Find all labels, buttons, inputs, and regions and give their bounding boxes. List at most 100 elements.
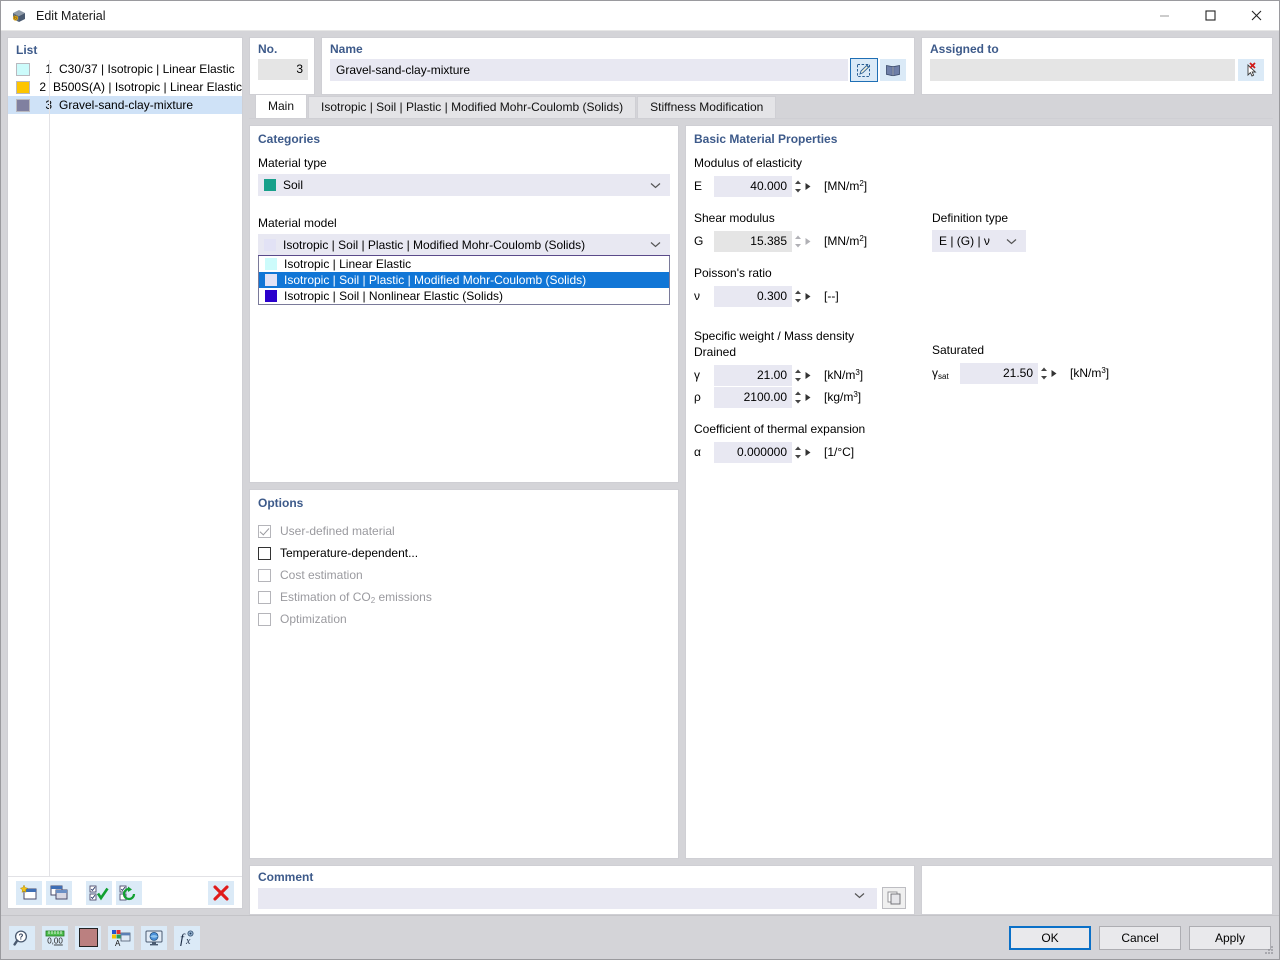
gamma-dropdown-arrow-icon[interactable] xyxy=(804,371,820,380)
cancel-button[interactable]: Cancel xyxy=(1099,925,1181,950)
checkbox[interactable] xyxy=(258,612,271,626)
maximize-button[interactable] xyxy=(1187,1,1233,31)
thermal-row: α 0.000000 [1/°C] xyxy=(694,441,1264,463)
poisson-dropdown-arrow-icon[interactable] xyxy=(804,292,820,301)
material-type-combo[interactable]: Soil xyxy=(258,174,670,196)
shear-input[interactable]: 15.385 xyxy=(714,230,792,252)
right-area: No. 3 Name Gravel-sand-clay-mixture Assi… xyxy=(249,37,1273,915)
new-window-star-icon[interactable] xyxy=(16,880,42,905)
checklist-refresh-icon[interactable] xyxy=(116,880,142,905)
rho-dropdown-arrow-icon[interactable] xyxy=(804,393,820,402)
red-x-icon[interactable] xyxy=(208,880,234,905)
gamma-symbol: γ xyxy=(694,368,700,382)
pencil-edit-icon[interactable] xyxy=(850,58,878,82)
color-label-icon[interactable]: A xyxy=(108,925,134,950)
material-model-dropdown[interactable]: Isotropic | Linear Elastic Isotropic | S… xyxy=(258,256,670,305)
spinner-arrows-icon[interactable] xyxy=(1038,363,1050,384)
dropdown-option-linear-elastic[interactable]: Isotropic | Linear Elastic xyxy=(259,256,669,272)
units-ruler-icon[interactable]: 0,00 xyxy=(42,925,68,950)
checklist-check-icon[interactable] xyxy=(86,880,112,905)
co2-post: emissions xyxy=(375,590,432,604)
list-item[interactable]: 2 B500S(A) | Isotropic | Linear Elastic xyxy=(8,78,242,96)
option-user-defined-material[interactable]: User-defined material xyxy=(258,520,670,542)
number-field-group: No. 3 xyxy=(249,37,315,95)
shear-modulus-block: Shear modulus G 15.385 [MN/m2] xyxy=(694,209,932,252)
number-input[interactable]: 3 xyxy=(258,59,308,80)
options-caption: Options xyxy=(258,496,304,510)
help-magnifier-icon[interactable]: ? xyxy=(9,925,35,950)
minimize-button[interactable] xyxy=(1141,1,1187,31)
poisson-input[interactable]: 0.300 xyxy=(714,285,792,307)
material-model-combo[interactable]: Isotropic | Soil | Plastic | Modified Mo… xyxy=(258,234,670,256)
properties-caption: Basic Material Properties xyxy=(694,132,838,146)
spinner-arrows-icon[interactable] xyxy=(792,176,804,197)
copy-windows-icon[interactable] xyxy=(46,880,72,905)
svg-text:x: x xyxy=(185,936,191,947)
checkbox[interactable] xyxy=(258,590,271,604)
list-item-label: C30/37 | Isotropic | Linear Elastic xyxy=(59,62,235,76)
spinner-arrows-icon[interactable] xyxy=(792,387,804,408)
chevron-down-icon[interactable] xyxy=(650,182,670,189)
chevron-down-icon[interactable] xyxy=(1006,238,1026,245)
comment-caption: Comment xyxy=(258,870,314,884)
number-caption: No. xyxy=(258,42,278,56)
assigned-to-input[interactable] xyxy=(930,59,1235,81)
tab-mohr-coulomb[interactable]: Isotropic | Soil | Plastic | Modified Mo… xyxy=(308,96,637,118)
definition-type-value: E | (G) | ν xyxy=(939,234,990,248)
rho-input[interactable]: 2100.00 xyxy=(714,386,792,408)
function-fx-icon[interactable]: f x xyxy=(174,925,200,950)
chevron-down-icon[interactable] xyxy=(854,892,874,899)
checkbox[interactable] xyxy=(258,524,271,538)
option-temperature-dependent[interactable]: Temperature-dependent... xyxy=(258,542,670,564)
gamma-input[interactable]: 21.00 xyxy=(714,364,792,386)
list-item[interactable]: 3 Gravel-sand-clay-mixture xyxy=(8,96,242,114)
apply-button[interactable]: Apply xyxy=(1189,925,1271,950)
gamma-sat-symbol-sub: sat xyxy=(938,372,949,381)
checkbox[interactable] xyxy=(258,568,271,582)
dropdown-option-nonlinear-elastic[interactable]: Isotropic | Soil | Nonlinear Elastic (So… xyxy=(259,288,669,304)
modulus-dropdown-arrow-icon[interactable] xyxy=(804,182,820,191)
name-input[interactable]: Gravel-sand-clay-mixture xyxy=(330,59,848,81)
options-group: Options User-defined material Temperatur… xyxy=(249,489,679,859)
resize-grip[interactable] xyxy=(1263,944,1275,956)
modulus-input[interactable]: 40.000 xyxy=(714,175,792,197)
comment-input[interactable] xyxy=(258,887,877,909)
monitor-globe-icon[interactable] xyxy=(141,925,167,950)
thermal-dropdown-arrow-icon[interactable] xyxy=(804,448,820,457)
co2-pre: Estimation of CO xyxy=(280,590,371,604)
color-swatch-icon[interactable] xyxy=(75,925,101,950)
spinner-arrows-icon[interactable] xyxy=(792,442,804,463)
shear-dropdown-arrow-icon[interactable] xyxy=(804,237,820,246)
cursor-red-x-icon[interactable] xyxy=(1238,59,1264,81)
co2-sub: 2 xyxy=(370,596,376,605)
material-list[interactable]: 1 C30/37 | Isotropic | Linear Elastic 2 … xyxy=(8,60,242,876)
thermal-title: Coefficient of thermal expansion xyxy=(694,422,866,436)
thermal-input[interactable]: 0.000000 xyxy=(714,441,792,463)
gamma-sat-dropdown-arrow-icon[interactable] xyxy=(1050,369,1066,378)
tab-stiffness-modification[interactable]: Stiffness Modification xyxy=(637,96,777,118)
gamma-sat-input[interactable]: 21.50 xyxy=(960,362,1038,384)
unit-pre: [kN/m xyxy=(824,368,856,382)
spinner-arrows-icon[interactable] xyxy=(792,231,804,252)
list-item-label: B500S(A) | Isotropic | Linear Elastic xyxy=(53,80,242,94)
definition-type-combo[interactable]: E | (G) | ν xyxy=(932,230,1026,252)
svg-text:A: A xyxy=(115,939,121,947)
book-library-icon[interactable] xyxy=(880,59,906,81)
spinner-arrows-icon[interactable] xyxy=(792,365,804,386)
list-item[interactable]: 1 C30/37 | Isotropic | Linear Elastic xyxy=(8,60,242,78)
chevron-down-icon[interactable] xyxy=(650,241,670,248)
ok-button[interactable]: OK xyxy=(1009,925,1091,950)
spinner-arrows-icon[interactable] xyxy=(792,286,804,307)
option-optimization[interactable]: Optimization xyxy=(258,608,670,630)
title-bar: 6 Edit Material xyxy=(1,1,1279,31)
dropdown-option-mohr-coulomb[interactable]: Isotropic | Soil | Plastic | Modified Mo… xyxy=(259,272,669,288)
material-color-swatch xyxy=(16,98,30,112)
unit-post: ] xyxy=(863,234,868,248)
checkbox[interactable] xyxy=(258,546,271,560)
tab-main[interactable]: Main xyxy=(255,94,308,118)
copy-pages-icon[interactable] xyxy=(882,887,906,909)
option-cost-estimation[interactable]: Cost estimation xyxy=(258,564,670,586)
option-co2-emissions[interactable]: Estimation of CO2 emissions xyxy=(258,586,670,608)
gamma-unit: [kN/m3] xyxy=(824,368,863,382)
close-button[interactable] xyxy=(1233,1,1279,31)
